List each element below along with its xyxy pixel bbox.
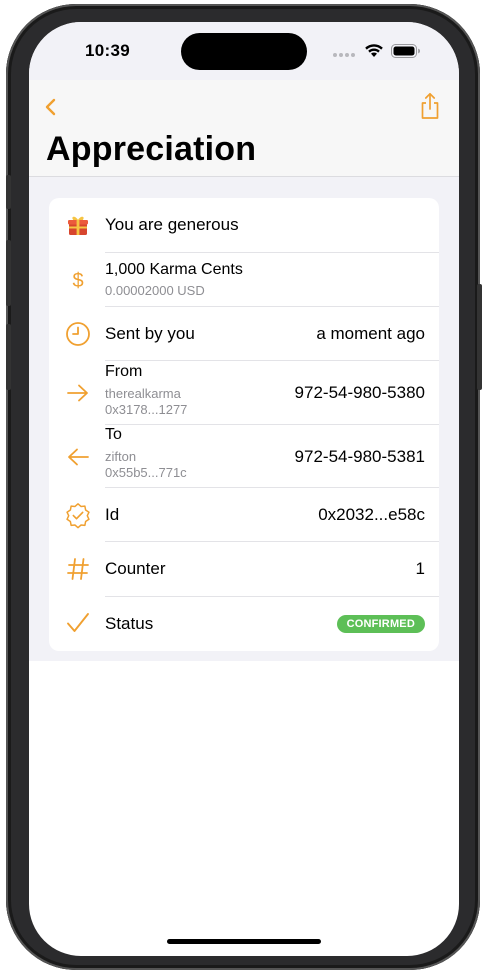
battery-icon xyxy=(391,44,420,58)
from-label: From xyxy=(105,363,143,380)
sent-time: a moment ago xyxy=(316,324,425,343)
page-title: Appreciation xyxy=(46,130,257,168)
id-row[interactable]: Id 0x2032...e58c xyxy=(49,488,439,542)
from-address: 0x3178...1277 xyxy=(105,402,188,417)
amount-primary: 1,000 Karma Cents xyxy=(105,261,243,278)
back-button[interactable] xyxy=(41,93,65,121)
from-name: therealkarma xyxy=(105,386,181,401)
arrow-left-icon xyxy=(65,444,91,470)
to-label: To xyxy=(105,426,122,443)
amount-row: $ 1,000 Karma Cents 0.00002000 USD xyxy=(49,253,439,307)
to-row[interactable]: To zifton 0x55b5...771c 972-54-980-5381 xyxy=(49,425,439,488)
transaction-details-card: You are generous $ 1,000 Karma Cents 0.0… xyxy=(49,198,439,651)
share-icon xyxy=(421,92,439,119)
volume-down-button xyxy=(6,324,11,390)
home-indicator[interactable] xyxy=(167,939,321,944)
from-phone: 972-54-980-5380 xyxy=(294,383,425,402)
power-button xyxy=(477,284,482,390)
to-phone: 972-54-980-5381 xyxy=(294,447,425,466)
amount-usd: 0.00002000 USD xyxy=(105,283,205,298)
navigation-bar: Appreciation xyxy=(29,80,459,176)
header-row: You are generous xyxy=(49,198,439,253)
cellular-signal-icon xyxy=(333,53,355,57)
sent-row: Sent by you a moment ago xyxy=(49,307,439,361)
counter-value: 1 xyxy=(415,559,425,578)
header-text: You are generous xyxy=(105,215,239,234)
status-time: 10:39 xyxy=(85,41,130,60)
status-badge: CONFIRMED xyxy=(336,615,425,633)
clock-icon xyxy=(65,321,91,347)
to-name: zifton xyxy=(105,449,137,464)
wifi-icon xyxy=(365,44,383,57)
status-label: Status xyxy=(105,614,154,633)
gift-icon xyxy=(65,212,91,238)
hash-icon xyxy=(65,556,91,582)
silent-switch xyxy=(6,175,11,209)
content-area: You are generous $ 1,000 Karma Cents 0.0… xyxy=(29,177,459,661)
to-address: 0x55b5...771c xyxy=(105,465,187,480)
arrow-right-icon xyxy=(65,380,91,406)
id-value: 0x2032...e58c xyxy=(318,505,425,524)
from-row[interactable]: From therealkarma 0x3178...1277 972-54-9… xyxy=(49,361,439,425)
sent-label: Sent by you xyxy=(105,324,195,343)
counter-label: Counter xyxy=(105,559,166,578)
share-button[interactable] xyxy=(417,89,443,121)
dollar-sign-icon: $ xyxy=(65,267,91,293)
status-row: Status CONFIRMED xyxy=(49,597,439,651)
dynamic-island xyxy=(181,33,307,70)
counter-row: Counter 1 xyxy=(49,542,439,597)
verified-badge-icon xyxy=(65,502,91,529)
screen: 10:39 Appreciation You are generous $ 1,… xyxy=(29,22,459,956)
volume-up-button xyxy=(6,240,11,306)
svg-text:$: $ xyxy=(72,270,83,292)
id-label: Id xyxy=(105,505,120,524)
checkmark-icon xyxy=(65,610,91,636)
status-bar: 10:39 xyxy=(29,22,459,80)
chevron-left-icon xyxy=(45,98,56,116)
